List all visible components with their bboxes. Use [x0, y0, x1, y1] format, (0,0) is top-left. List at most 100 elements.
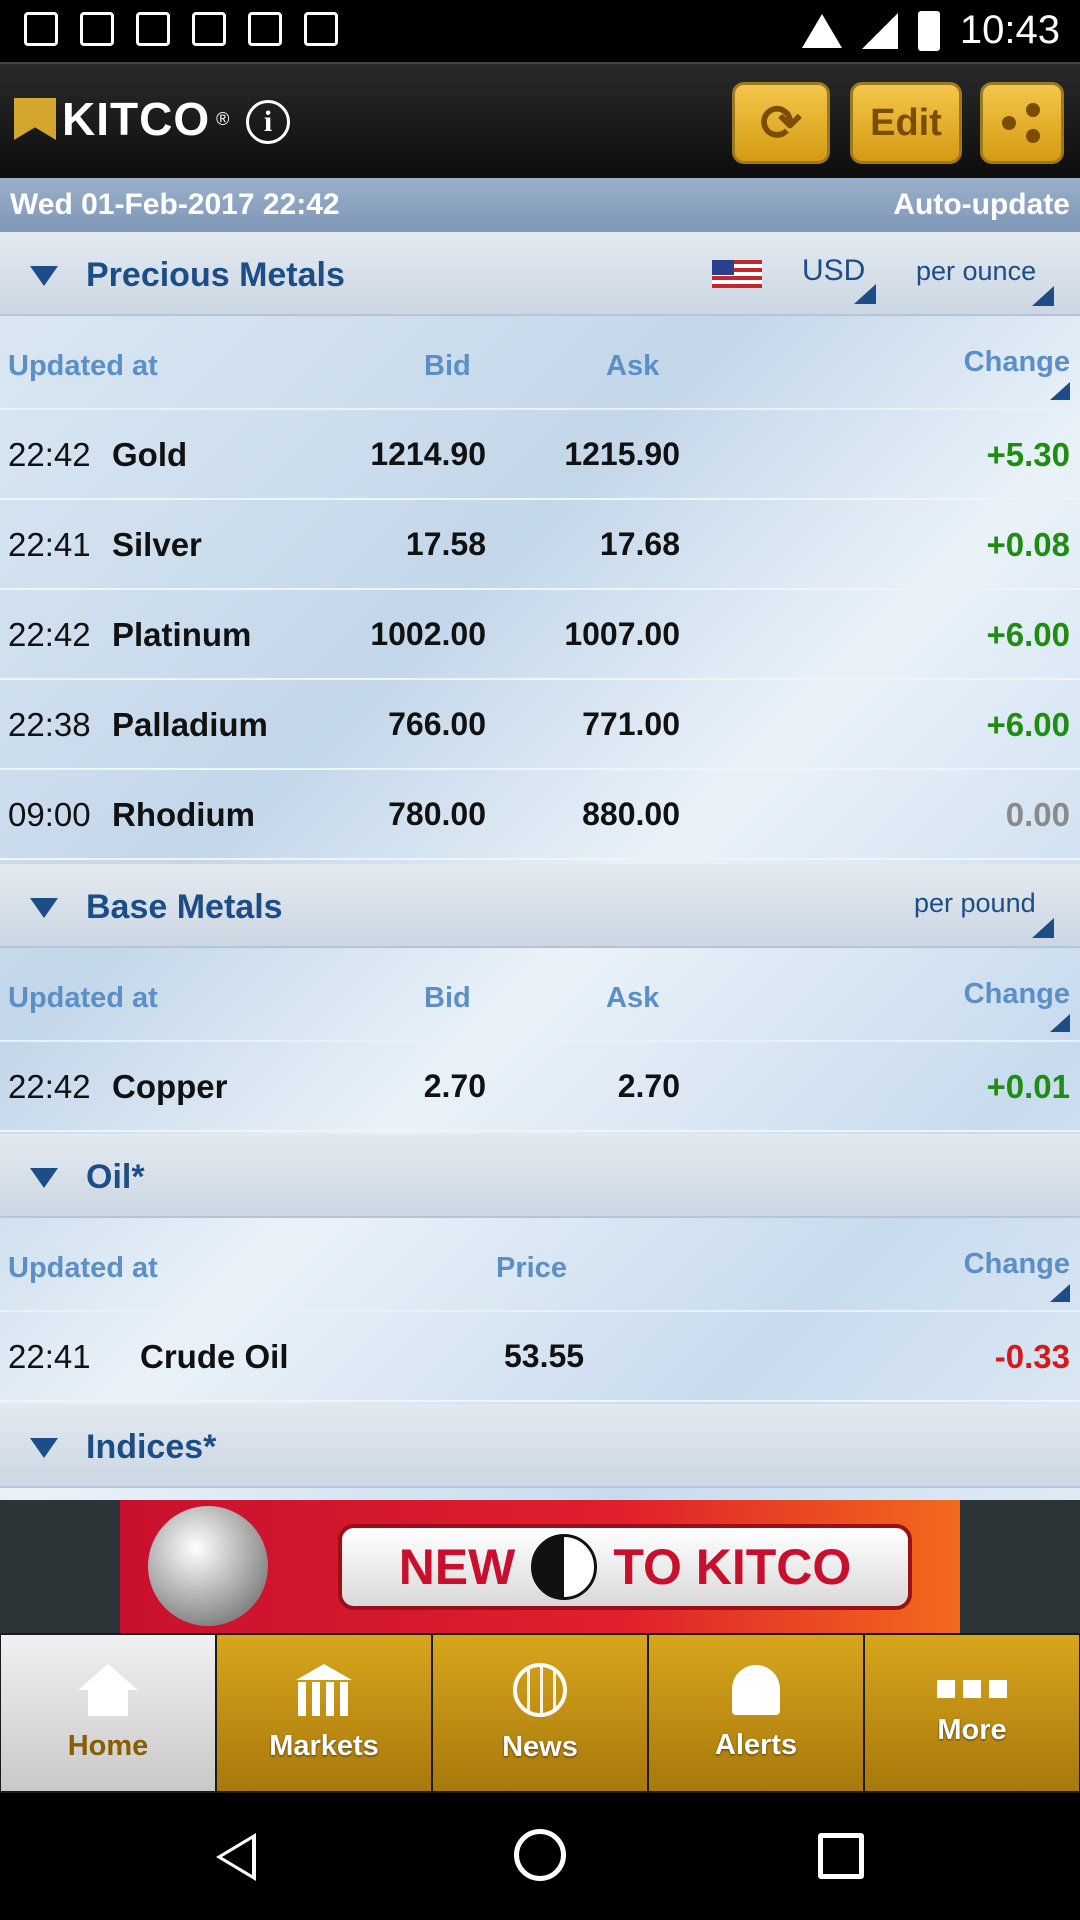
refresh-icon: ⟳ [760, 95, 802, 151]
header-ask: Ask [606, 350, 660, 382]
column-headers: Updated at Price Change [0, 1218, 1080, 1312]
header-change[interactable]: Change [964, 978, 1070, 1011]
section-header-base-metals[interactable]: Base Metals per pound [0, 864, 1080, 948]
collapse-triangle-icon [30, 1438, 58, 1458]
table-row[interactable]: 22:41 Crude Oil 53.55 -0.33 [0, 1312, 1080, 1402]
table-row[interactable]: 22:42 Gold 1214.90 1215.90 +5.30 [0, 410, 1080, 500]
section-title: Precious Metals [86, 256, 345, 294]
notification-icon [248, 12, 282, 46]
notification-icon [80, 12, 114, 46]
row-price: 53.55 [504, 1338, 585, 1374]
tab-alerts[interactable]: Alerts [649, 1635, 863, 1791]
row-change: +0.08 [986, 526, 1071, 563]
row-name: Palladium [112, 706, 268, 743]
tab-more[interactable]: More [865, 1635, 1079, 1791]
row-ask: 1215.90 [564, 436, 680, 472]
more-icon [937, 1679, 1007, 1700]
ad-banner[interactable]: NEW TO KITCO [120, 1500, 960, 1633]
row-change: +5.30 [986, 436, 1071, 473]
row-change: +6.00 [986, 706, 1071, 743]
app-header: KITCO ® i ⟳ Edit [0, 62, 1080, 178]
section-header-indices[interactable]: Indices* [0, 1404, 1080, 1488]
row-change: +6.00 [986, 616, 1071, 653]
tab-label: Home [67, 1729, 149, 1762]
notification-icon [304, 12, 338, 46]
tab-label: Markets [269, 1729, 379, 1762]
header-bid: Bid [424, 982, 471, 1014]
row-change: 0.00 [1005, 796, 1070, 833]
collapse-triangle-icon [30, 898, 58, 918]
row-ask: 771.00 [582, 706, 680, 742]
yin-yang-icon [531, 1534, 598, 1600]
share-button[interactable] [980, 82, 1064, 164]
info-icon[interactable]: i [246, 100, 290, 144]
row-ask: 2.70 [617, 1068, 680, 1104]
kitco-logo: KITCO ® [14, 92, 229, 146]
edit-button[interactable]: Edit [850, 82, 962, 164]
header-updated: Updated at [8, 350, 158, 382]
tab-home[interactable]: Home [1, 1635, 215, 1791]
header-change[interactable]: Change [964, 346, 1070, 379]
bank-icon [292, 1663, 356, 1716]
logo-registered: ® [216, 108, 230, 129]
table-row[interactable]: 22:42 Platinum 1002.00 1007.00 +6.00 [0, 590, 1080, 680]
unit-selector[interactable]: per ounce [916, 256, 1036, 287]
wifi-icon [801, 13, 842, 48]
auto-update-toggle[interactable]: Auto-update [893, 188, 1070, 222]
ad-text-pill: NEW TO KITCO [338, 1524, 912, 1610]
tab-news[interactable]: News [433, 1635, 647, 1791]
column-headers: Updated at Bid Ask Change [0, 316, 1080, 410]
section-header-oil[interactable]: Oil* [0, 1134, 1080, 1218]
recent-apps-icon[interactable] [818, 1833, 864, 1879]
header-price: Price [496, 1252, 567, 1284]
row-change: +0.01 [986, 1068, 1071, 1105]
currency-selector[interactable]: USD [802, 254, 865, 288]
section-title: Base Metals [86, 888, 283, 926]
table-row[interactable]: 22:38 Palladium 766.00 771.00 +6.00 [0, 680, 1080, 770]
notification-icons [24, 12, 338, 46]
column-headers: Updated at Bid Ask Change [0, 948, 1080, 1042]
home-circle-icon[interactable] [514, 1829, 566, 1881]
row-time: 22:42 [8, 1068, 91, 1105]
refresh-button[interactable]: ⟳ [732, 82, 830, 164]
last-updated-date: Wed 01-Feb-2017 22:42 [10, 188, 340, 221]
battery-icon [917, 10, 940, 51]
tab-markets[interactable]: Markets [217, 1635, 431, 1791]
sort-corner-icon [1050, 1014, 1070, 1032]
row-time: 22:42 [8, 616, 91, 653]
section-title: Indices* [86, 1428, 217, 1466]
header-updated: Updated at [8, 982, 158, 1014]
logo-text: KITCO [62, 93, 211, 145]
header-change[interactable]: Change [964, 1248, 1070, 1281]
row-name: Gold [112, 436, 188, 473]
tab-label: Alerts [714, 1728, 798, 1761]
table-row[interactable]: 09:00 Rhodium 780.00 880.00 0.00 [0, 770, 1080, 860]
collapse-triangle-icon [30, 266, 58, 286]
header-ask: Ask [606, 982, 660, 1014]
row-time: 22:38 [8, 706, 91, 743]
row-bid: 780.00 [388, 796, 486, 832]
unit-selector[interactable]: per pound [914, 888, 1036, 919]
row-bid: 2.70 [423, 1068, 486, 1104]
header-updated: Updated at [8, 1252, 158, 1284]
back-icon[interactable] [216, 1833, 256, 1881]
collapse-triangle-icon [30, 1168, 58, 1188]
row-name: Crude Oil [140, 1338, 289, 1375]
kitco-logo-icon [14, 98, 56, 140]
row-time: 22:41 [8, 526, 91, 563]
dropdown-corner-icon [1032, 918, 1054, 938]
table-row[interactable]: 22:42 Copper 2.70 2.70 +0.01 [0, 1042, 1080, 1132]
row-time: 09:00 [8, 796, 91, 833]
section-title: Oil* [86, 1158, 145, 1196]
globe-icon [513, 1662, 567, 1717]
table-row[interactable]: 22:41 Silver 17.58 17.68 +0.08 [0, 500, 1080, 590]
ad-text-left: NEW [398, 1539, 516, 1595]
date-bar: Wed 01-Feb-2017 22:42 Auto-update [0, 178, 1080, 232]
row-time: 22:42 [8, 436, 91, 473]
ad-banner-area: NEW TO KITCO [0, 1500, 1080, 1633]
share-icon [1002, 103, 1042, 143]
section-header-precious-metals[interactable]: Precious Metals USD per ounce [0, 232, 1080, 316]
header-bid: Bid [424, 350, 471, 382]
quotes-list: Precious Metals USD per ounce Updated at… [0, 232, 1080, 1500]
home-icon [76, 1663, 140, 1716]
